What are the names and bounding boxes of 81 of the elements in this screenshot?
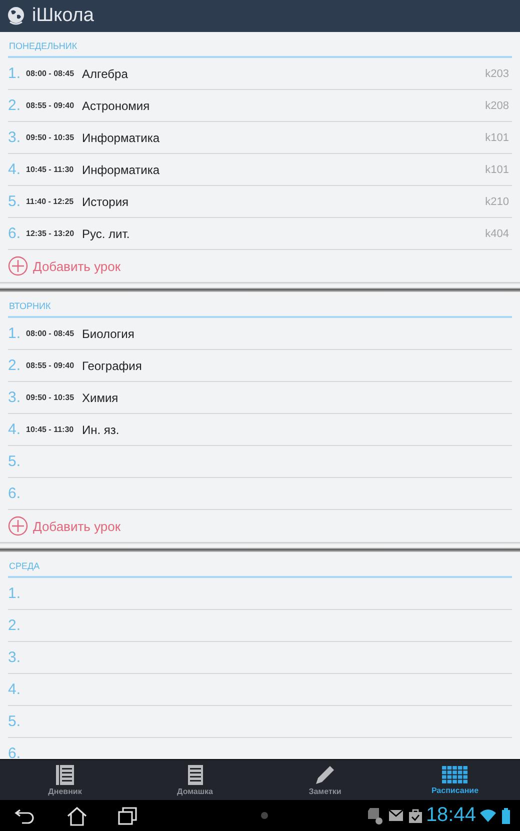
- list-icon: [188, 764, 202, 784]
- lesson-row[interactable]: 3. 09:50 - 10:35 Химия: [8, 382, 512, 414]
- mail-icon: [388, 810, 403, 821]
- home-button[interactable]: [66, 806, 88, 826]
- lesson-time: 11:40 - 12:25: [26, 197, 75, 206]
- recent-apps-button[interactable]: [118, 806, 138, 824]
- lesson-row[interactable]: 4. 10:45 - 11:30 Ин. яз.: [8, 414, 512, 446]
- lesson-subject: Химия: [82, 390, 120, 404]
- lesson-time: 08:00 - 08:45: [26, 329, 76, 338]
- globe-icon: [6, 6, 26, 26]
- lesson-subject: Информатика: [82, 162, 161, 176]
- lesson-time: 08:55 - 09:40: [26, 101, 76, 110]
- lesson-number: 4.: [8, 161, 22, 178]
- lesson-subject: Ин. яз.: [82, 422, 120, 436]
- lesson-number: 5.: [8, 713, 22, 730]
- lesson-row[interactable]: 3. 09:50 - 10:35 Информатика k101: [8, 122, 512, 154]
- nav-tab[interactable]: Расписание: [390, 760, 520, 800]
- room-label: k101: [485, 164, 510, 176]
- lesson-row[interactable]: 1. 08:00 - 08:45 Алгебра k203: [8, 58, 512, 90]
- lesson-number: 5.: [8, 453, 22, 470]
- bag-icon: [408, 808, 422, 822]
- lesson-time: 10:45 - 11:30: [26, 425, 75, 434]
- room-label: k101: [485, 132, 510, 144]
- nav-tab[interactable]: Дневник: [0, 760, 130, 800]
- lesson-subject: Информатика: [82, 130, 161, 144]
- nav-tab[interactable]: Домашка: [130, 760, 260, 800]
- lesson-row[interactable]: 4. 10:45 - 11:30 Информатика k101: [8, 154, 512, 186]
- lesson-number: 1.: [8, 325, 22, 342]
- lesson-number: 4.: [8, 681, 22, 698]
- lesson-number: 3.: [8, 129, 22, 146]
- lesson-subject: Биология: [82, 326, 136, 340]
- wifi-icon: [480, 809, 496, 822]
- notebook-icon: [56, 764, 74, 784]
- lesson-number: 6.: [8, 225, 22, 242]
- room-label: k203: [485, 68, 510, 80]
- add-icon: [8, 516, 28, 536]
- lesson-row[interactable]: 2. 08:55 - 09:40 Астрономия k208: [8, 90, 512, 122]
- room-label: k210: [485, 196, 510, 208]
- add-lesson-link[interactable]: Добавить урок: [33, 258, 121, 274]
- lesson-number: 6.: [8, 485, 22, 502]
- day-heading: ПОНЕДЕЛЬНИК: [9, 41, 78, 51]
- grid-icon: [442, 766, 468, 784]
- lesson-time: 08:55 - 09:40: [26, 361, 76, 370]
- lesson-row[interactable]: 6. 12:35 - 13:20 Рус. лит. k404: [8, 218, 512, 250]
- lesson-number: 2.: [8, 617, 22, 634]
- lesson-subject: География: [82, 358, 143, 372]
- lesson-number: 2.: [8, 97, 22, 114]
- sd-card-icon: [366, 806, 383, 824]
- back-button[interactable]: [14, 806, 36, 824]
- room-label: k208: [485, 100, 510, 112]
- app-title: iШкола: [32, 5, 94, 27]
- lesson-number: 3.: [8, 649, 22, 666]
- lesson-number: 1.: [8, 585, 22, 602]
- room-label: k404: [485, 228, 510, 240]
- lesson-number: 2.: [8, 357, 22, 374]
- add-lesson-link[interactable]: Добавить урок: [33, 518, 121, 534]
- status-time: 18:44: [426, 804, 476, 827]
- nav-tab[interactable]: Заметки: [260, 760, 390, 800]
- lesson-row[interactable]: 2. 08:55 - 09:40 География: [8, 350, 512, 382]
- add-icon: [8, 256, 28, 276]
- lesson-time: 08:00 - 08:45: [26, 69, 76, 78]
- dot-icon: [260, 812, 268, 819]
- lesson-number: 3.: [8, 389, 22, 406]
- lesson-row[interactable]: 1. 08:00 - 08:45 Биология: [8, 318, 512, 350]
- lesson-number: 6.: [8, 745, 22, 759]
- pencil-icon: [315, 764, 335, 784]
- lesson-time: 10:45 - 11:30: [26, 165, 75, 174]
- lesson-number: 1.: [8, 65, 22, 82]
- lesson-time: 09:50 - 10:35: [26, 393, 76, 402]
- lesson-subject: Алгебра: [82, 66, 129, 80]
- lesson-subject: Рус. лит.: [82, 226, 131, 240]
- battery-icon: [502, 808, 510, 824]
- lesson-number: 5.: [8, 193, 22, 210]
- lesson-subject: История: [82, 194, 130, 208]
- day-heading: СРЕДА: [9, 561, 40, 571]
- day-heading: ВТОРНИК: [9, 301, 51, 311]
- lesson-row[interactable]: 5. 11:40 - 12:25 История k210: [8, 186, 512, 218]
- lesson-time: 09:50 - 10:35: [26, 133, 76, 142]
- lesson-time: 12:35 - 13:20: [26, 229, 76, 238]
- lesson-subject: Астрономия: [82, 98, 151, 112]
- lesson-number: 4.: [8, 421, 22, 438]
